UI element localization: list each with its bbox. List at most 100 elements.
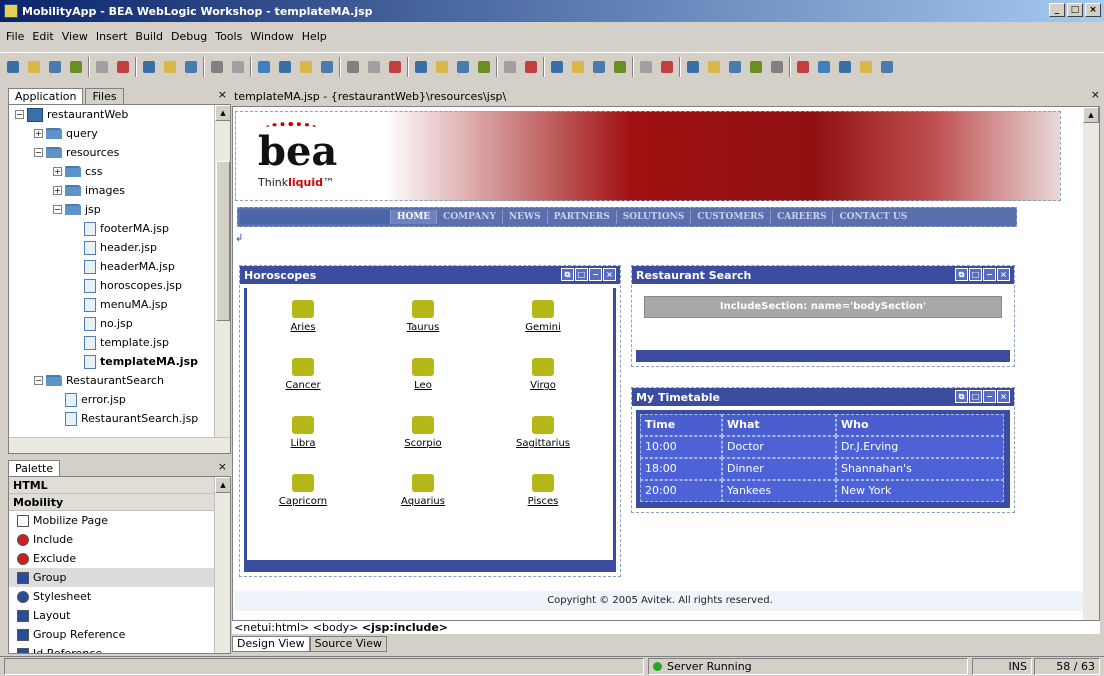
tree-vertical-scrollbar[interactable]: ▲: [214, 105, 230, 453]
zodiac-scorpio[interactable]: Scorpio: [383, 416, 463, 449]
new-file-icon[interactable]: [4, 58, 22, 76]
tree-item[interactable]: − RestaurantSearch: [9, 371, 230, 390]
view-form-icon[interactable]: [747, 58, 765, 76]
palette-item-exclude[interactable]: Exclude: [9, 549, 230, 568]
menu-help[interactable]: Help: [300, 30, 333, 43]
float-icon[interactable]: ⧉: [561, 268, 574, 281]
palette-item-id-reference[interactable]: Id Reference: [9, 644, 230, 653]
tree-item[interactable]: horoscopes.jsp: [9, 276, 230, 295]
zodiac-sagittarius[interactable]: Sagittarius: [503, 416, 583, 449]
breakpoint-icon[interactable]: [475, 58, 493, 76]
tab-design-view[interactable]: Design View: [232, 636, 310, 652]
zodiac-name[interactable]: Aquarius: [383, 496, 463, 507]
zodiac-name[interactable]: Leo: [383, 380, 463, 391]
step-over-icon[interactable]: [433, 58, 451, 76]
zodiac-gemini[interactable]: Gemini: [503, 300, 583, 333]
close-icon[interactable]: ×: [997, 390, 1010, 403]
cut-icon[interactable]: [140, 58, 158, 76]
maximize-icon[interactable]: □: [969, 268, 982, 281]
breadcrumb-path[interactable]: <netui:html> <body>: [234, 621, 362, 634]
run-icon[interactable]: [344, 58, 362, 76]
open-icon[interactable]: [25, 58, 43, 76]
tree-item[interactable]: footerMA.jsp: [9, 219, 230, 238]
panel-close-icon[interactable]: ×: [218, 88, 227, 101]
tree-item[interactable]: + css: [9, 162, 230, 181]
scroll-up-icon[interactable]: ▲: [1083, 107, 1099, 123]
close-icon[interactable]: ×: [997, 268, 1010, 281]
monitor-icon[interactable]: [611, 58, 629, 76]
tab-application[interactable]: Application: [8, 88, 84, 104]
palette-category-mobility[interactable]: Mobility: [9, 494, 230, 511]
tab-files[interactable]: Files: [85, 88, 124, 104]
palette-item-include[interactable]: Include: [9, 530, 230, 549]
nav-home[interactable]: HOME: [390, 210, 437, 224]
zodiac-name[interactable]: Aries: [263, 322, 343, 333]
save-all-icon[interactable]: [67, 58, 85, 76]
menu-view[interactable]: View: [60, 30, 94, 43]
test-icon[interactable]: [637, 58, 655, 76]
jsp-icon[interactable]: [684, 58, 702, 76]
pause-icon[interactable]: [386, 58, 404, 76]
zodiac-libra[interactable]: Libra: [263, 416, 343, 449]
zodiac-pisces[interactable]: Pisces: [503, 474, 583, 507]
include-section[interactable]: IncludeSection: name='bodySection': [644, 296, 1002, 318]
editor-tab[interactable]: templateMA.jsp - {restaurantWeb}\resourc…: [232, 88, 1104, 104]
nav-company[interactable]: COMPANY: [436, 210, 502, 224]
find-icon[interactable]: [297, 58, 315, 76]
zodiac-aquarius[interactable]: Aquarius: [383, 474, 463, 507]
tree-horizontal-scrollbar[interactable]: [9, 437, 230, 453]
zodiac-leo[interactable]: Leo: [383, 358, 463, 391]
tree-item[interactable]: error.jsp: [9, 390, 230, 409]
palette-item-group[interactable]: Group: [9, 568, 230, 587]
collapse-icon[interactable]: −: [34, 148, 43, 157]
design-canvas[interactable]: bea Thinkliquid™ HOME COMPANY NEWS PARTNERS…: [232, 106, 1100, 622]
zodiac-name[interactable]: Gemini: [503, 322, 583, 333]
design-scrollbar[interactable]: ▲: [1083, 107, 1099, 621]
palette-scrollbar[interactable]: ▲: [214, 477, 230, 653]
tree-item[interactable]: template.jsp: [9, 333, 230, 352]
copy-icon[interactable]: [161, 58, 179, 76]
nav-solutions[interactable]: SOLUTIONS: [615, 210, 691, 224]
scroll-up-icon[interactable]: ▲: [215, 477, 230, 493]
nav-careers[interactable]: CAREERS: [770, 210, 832, 224]
replace-icon[interactable]: [318, 58, 336, 76]
nav-customers[interactable]: CUSTOMERS: [690, 210, 770, 224]
menu-file[interactable]: File: [4, 30, 30, 43]
zodiac-name[interactable]: Pisces: [503, 496, 583, 507]
zodiac-name[interactable]: Libra: [263, 438, 343, 449]
nav-partners[interactable]: PARTNERS: [546, 210, 616, 224]
tree-item[interactable]: − resources: [9, 143, 230, 162]
save-icon[interactable]: [46, 58, 64, 76]
zodiac-taurus[interactable]: Taurus: [383, 300, 463, 333]
nav-contact-us[interactable]: CONTACT US: [832, 210, 913, 224]
menu-insert[interactable]: Insert: [94, 30, 134, 43]
zodiac-cancer[interactable]: Cancer: [263, 358, 343, 391]
outdent-icon[interactable]: [276, 58, 294, 76]
scroll-up-icon[interactable]: ▲: [215, 105, 230, 121]
redo-icon[interactable]: [114, 58, 132, 76]
palette-item-group-reference[interactable]: Group Reference: [9, 625, 230, 644]
tree-item[interactable]: − restaurantWeb: [9, 105, 230, 124]
menu-edit[interactable]: Edit: [30, 30, 59, 43]
maximize-button[interactable]: □: [1067, 3, 1083, 17]
tree-item[interactable]: no.jsp: [9, 314, 230, 333]
maximize-icon[interactable]: □: [969, 390, 982, 403]
tree-item[interactable]: header.jsp: [9, 238, 230, 257]
tree-item[interactable]: + query: [9, 124, 230, 143]
expand-icon[interactable]: +: [34, 129, 43, 138]
tree-item[interactable]: templateMA.jsp: [9, 352, 230, 371]
palette-category-html[interactable]: HTML: [9, 477, 230, 494]
close-icon[interactable]: ×: [603, 268, 616, 281]
form-icon[interactable]: [705, 58, 723, 76]
report-icon[interactable]: [878, 58, 896, 76]
deploy-icon[interactable]: [522, 58, 540, 76]
indent-icon[interactable]: [255, 58, 273, 76]
float-icon[interactable]: ⧉: [955, 390, 968, 403]
forward-page-icon[interactable]: [794, 58, 812, 76]
zodiac-name[interactable]: Taurus: [383, 322, 463, 333]
scroll-thumb[interactable]: [216, 161, 230, 321]
tree-item[interactable]: + images: [9, 181, 230, 200]
zodiac-name[interactable]: Virgo: [503, 380, 583, 391]
zodiac-name[interactable]: Scorpio: [383, 438, 463, 449]
minimize-button[interactable]: _: [1049, 3, 1065, 17]
